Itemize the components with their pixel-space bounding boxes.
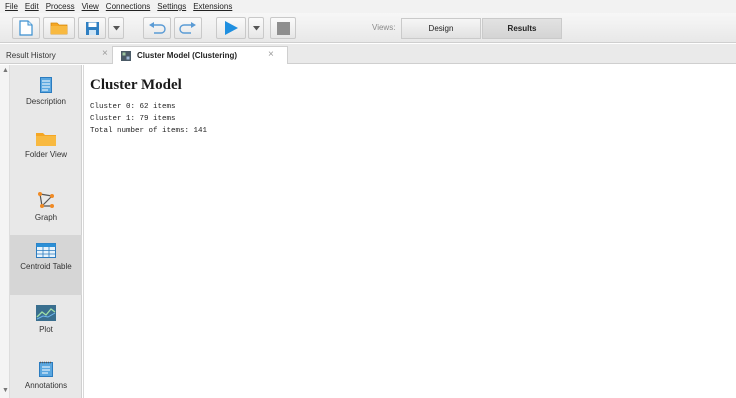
- close-icon[interactable]: ×: [268, 49, 274, 60]
- view-design-button[interactable]: Design: [401, 18, 481, 39]
- cluster-model-icon: [121, 50, 131, 61]
- close-icon[interactable]: ×: [102, 48, 108, 59]
- new-process-button[interactable]: [12, 17, 40, 39]
- menu-bar: File Edit Process View Connections Setti…: [0, 0, 736, 13]
- plot-icon: [36, 305, 56, 321]
- stop-icon: [276, 21, 290, 35]
- result-view-side-panel: Description Folder View Graph Centroid T…: [10, 65, 82, 398]
- side-scroll-strip[interactable]: ▲ ▼: [0, 65, 10, 398]
- new-document-icon: [19, 20, 33, 36]
- undo-icon: [149, 22, 166, 34]
- side-item-description-label: Description: [25, 97, 66, 106]
- graph-icon: [38, 192, 54, 208]
- folder-icon: [36, 133, 56, 146]
- run-dropdown-button[interactable]: [248, 17, 264, 39]
- document-icon: [40, 77, 52, 93]
- tab-cluster-model[interactable]: Cluster Model (Clustering) ×: [112, 46, 288, 64]
- scroll-up-icon[interactable]: ▲: [2, 67, 9, 74]
- menu-connections[interactable]: Connections: [106, 2, 150, 11]
- page-title: Cluster Model: [90, 77, 182, 93]
- scroll-down-icon[interactable]: ▼: [2, 387, 9, 394]
- stop-button[interactable]: [270, 17, 296, 39]
- tab-result-history[interactable]: Result History ×: [0, 46, 112, 64]
- menu-file[interactable]: File: [5, 2, 18, 11]
- save-button[interactable]: [78, 17, 106, 39]
- side-item-annotations-label: Annotations: [24, 381, 68, 390]
- menu-process[interactable]: Process: [46, 2, 75, 11]
- side-item-plot[interactable]: Plot: [10, 305, 82, 335]
- dropdown-arrow-icon: [112, 25, 120, 30]
- results-tab-bar: Result History × Cluster Model (Clusteri…: [0, 44, 736, 64]
- side-item-centroid-table[interactable]: Centroid Table: [10, 235, 82, 295]
- dropdown-arrow-icon: [252, 25, 260, 30]
- menu-edit[interactable]: Edit: [25, 2, 39, 11]
- table-icon: [36, 243, 56, 258]
- tab-result-history-label: Result History: [6, 50, 56, 60]
- cluster-total-line: Total number of items: 141: [90, 127, 208, 135]
- undo-button[interactable]: [143, 17, 171, 39]
- tab-cluster-model-label: Cluster Model (Clustering): [137, 51, 238, 60]
- save-dropdown-button[interactable]: [108, 17, 124, 39]
- side-item-graph[interactable]: Graph: [10, 191, 82, 223]
- run-icon: [225, 21, 238, 35]
- cluster-summary-line: Cluster 1: 79 items: [90, 115, 176, 123]
- menu-view[interactable]: View: [82, 2, 99, 11]
- menu-settings[interactable]: Settings: [157, 2, 186, 11]
- open-button[interactable]: [43, 17, 75, 39]
- menu-extensions[interactable]: Extensions: [193, 2, 232, 11]
- toolbar: Views: Design Results: [0, 13, 736, 43]
- run-button[interactable]: [216, 17, 246, 39]
- side-item-folder-view-label: Folder View: [24, 150, 68, 159]
- view-results-button[interactable]: Results: [482, 18, 562, 39]
- redo-icon: [179, 22, 196, 34]
- side-item-plot-label: Plot: [39, 325, 53, 334]
- views-label: Views:: [372, 23, 396, 32]
- annotations-icon: [39, 361, 53, 377]
- side-item-centroid-table-label: Centroid Table: [20, 262, 72, 271]
- cluster-model-description-panel: Cluster Model Cluster 0: 62 items Cluste…: [83, 65, 736, 398]
- cluster-summary-line: Cluster 0: 62 items: [90, 103, 176, 111]
- open-folder-icon: [50, 22, 68, 35]
- side-item-description[interactable]: Description: [10, 77, 82, 107]
- side-item-annotations[interactable]: Annotations: [10, 361, 82, 391]
- redo-button[interactable]: [174, 17, 202, 39]
- save-icon: [85, 21, 99, 35]
- side-item-graph-label: Graph: [34, 213, 58, 222]
- side-item-folder-view[interactable]: Folder View: [10, 131, 82, 160]
